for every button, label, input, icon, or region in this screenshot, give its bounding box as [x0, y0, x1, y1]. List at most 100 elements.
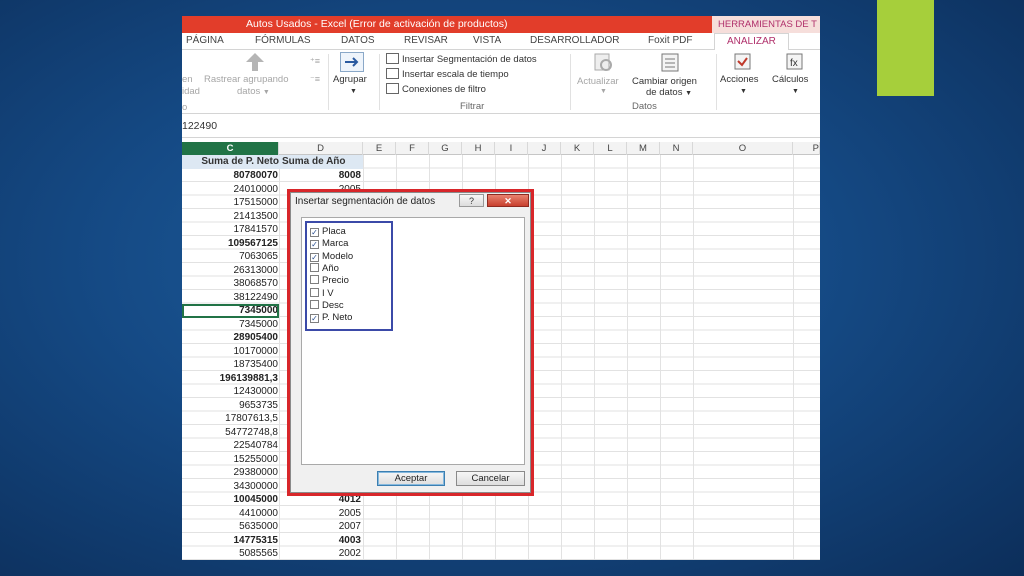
checkbox-unchecked-icon[interactable]: [310, 287, 319, 297]
header-suma-ano[interactable]: Suma de Año: [282, 156, 346, 167]
cell-ano[interactable]: 4012: [339, 494, 361, 505]
column-header-l[interactable]: L: [594, 142, 627, 155]
cell-p-neto[interactable]: 9653735: [239, 400, 278, 411]
cell-p-neto[interactable]: 38122490: [234, 292, 279, 303]
agrupar-dropdown-icon[interactable]: ▼: [350, 88, 357, 95]
column-header-g[interactable]: G: [429, 142, 462, 155]
tab-pagina[interactable]: PÁGINA: [186, 35, 224, 46]
header-suma-p-neto[interactable]: Suma de P. Neto: [182, 156, 279, 167]
agrupar-button[interactable]: Agrupar: [333, 74, 367, 85]
filter-connections-button[interactable]: Conexiones de filtro: [386, 83, 486, 95]
table-row[interactable]: 80780070 8008: [182, 169, 363, 183]
column-header-o[interactable]: O: [693, 142, 793, 155]
checkbox-checked-icon[interactable]: ✓: [310, 314, 319, 324]
column-header-e[interactable]: E: [363, 142, 396, 155]
acciones-button[interactable]: Acciones: [720, 74, 759, 85]
cell-ano[interactable]: 2007: [339, 521, 361, 532]
column-header-h[interactable]: H: [462, 142, 495, 155]
cell-p-neto[interactable]: 14775315: [234, 535, 279, 546]
tab-desarrollador[interactable]: DESARROLLADOR: [530, 35, 619, 46]
tab-datos[interactable]: DATOS: [341, 35, 375, 46]
tab-analizar[interactable]: ANALIZAR: [714, 33, 789, 51]
field-option[interactable]: Precio: [310, 275, 349, 287]
cell-p-neto[interactable]: 17515000: [234, 197, 279, 208]
insert-slicer-button[interactable]: Insertar Segmentación de datos: [386, 53, 537, 65]
cell-p-neto[interactable]: 7345000: [239, 319, 278, 330]
cell-p-neto[interactable]: 34300000: [234, 481, 279, 492]
field-option[interactable]: ✓ Marca: [310, 238, 348, 250]
table-row[interactable]: 4410000 2005: [182, 507, 363, 521]
cell-p-neto[interactable]: 12430000: [234, 386, 279, 397]
cell-p-neto[interactable]: 38068570: [234, 278, 279, 289]
cell-p-neto[interactable]: 54772748,8: [225, 427, 278, 438]
checkbox-checked-icon[interactable]: ✓: [310, 228, 319, 237]
cell-p-neto[interactable]: 7063065: [239, 251, 278, 262]
cell-ano[interactable]: 8008: [339, 170, 361, 181]
checkbox-unchecked-icon[interactable]: [310, 275, 319, 285]
collapse-field-icon[interactable]: ⁻≡: [310, 74, 320, 85]
cell-p-neto[interactable]: 80780070: [234, 170, 279, 181]
actualizar-button[interactable]: Actualizar: [577, 76, 619, 87]
checkbox-unchecked-icon[interactable]: [310, 262, 319, 272]
cell-p-neto[interactable]: 196139881,3: [220, 373, 278, 384]
cell-p-neto[interactable]: 17841570: [234, 224, 279, 235]
formula-bar[interactable]: 122490: [182, 114, 820, 138]
column-header-p[interactable]: P: [793, 142, 820, 155]
table-row[interactable]: 14775315 4003: [182, 534, 363, 548]
cell-p-neto[interactable]: 10170000: [234, 346, 279, 357]
insert-timeline-button[interactable]: Insertar escala de tiempo: [386, 68, 509, 80]
cell-p-neto[interactable]: 4410000: [239, 508, 278, 519]
cell-ano[interactable]: 2005: [339, 508, 361, 519]
cell-p-neto[interactable]: 22540784: [234, 440, 279, 451]
tab-formulas[interactable]: FÓRMULAS: [255, 35, 311, 46]
field-option[interactable]: ✓ Placa: [310, 226, 346, 238]
cell-p-neto[interactable]: 28905400: [234, 332, 279, 343]
cell-p-neto[interactable]: 5635000: [239, 521, 278, 532]
cancelar-button[interactable]: Cancelar: [456, 471, 525, 486]
calculos-button[interactable]: Cálculos: [772, 74, 808, 85]
cell-p-neto[interactable]: 24010000: [234, 184, 279, 195]
field-option[interactable]: Año: [310, 262, 339, 275]
tab-foxit-pdf[interactable]: Foxit PDF: [648, 35, 692, 46]
actualizar-dropdown-icon[interactable]: ▼: [600, 88, 607, 95]
column-header-k[interactable]: K: [561, 142, 594, 155]
cell-p-neto[interactable]: 29380000: [234, 467, 279, 478]
acciones-dropdown-icon[interactable]: ▼: [740, 88, 747, 95]
selected-cell[interactable]: [182, 304, 279, 318]
column-header-i[interactable]: I: [495, 142, 528, 155]
field-option[interactable]: ✓ P. Neto: [310, 312, 352, 324]
cell-p-neto[interactable]: 109567125: [228, 238, 278, 249]
tab-revisar[interactable]: REVISAR: [404, 35, 448, 46]
rastrear-button[interactable]: Rastrear agrupando: [204, 74, 289, 85]
cambiar-origen-button[interactable]: Cambiar origen: [632, 76, 697, 87]
table-row[interactable]: 5085565 2002: [182, 547, 363, 560]
cell-p-neto[interactable]: 21413500: [234, 211, 279, 222]
field-option[interactable]: ✓ Modelo: [310, 251, 353, 263]
help-button[interactable]: ?: [459, 194, 484, 207]
cell-p-neto[interactable]: 5085565: [239, 548, 278, 559]
calculos-dropdown-icon[interactable]: ▼: [792, 88, 799, 95]
field-option[interactable]: I V: [310, 287, 334, 300]
cell-ano[interactable]: 2002: [339, 548, 361, 559]
cell-p-neto[interactable]: 26313000: [234, 265, 279, 276]
aceptar-button[interactable]: Aceptar: [377, 471, 445, 486]
table-row[interactable]: 5635000 2007: [182, 520, 363, 534]
column-header-c[interactable]: C: [182, 142, 279, 155]
cell-p-neto[interactable]: 15255000: [234, 454, 279, 465]
cell-ano[interactable]: 4003: [339, 535, 361, 546]
checkbox-checked-icon[interactable]: ✓: [310, 240, 319, 250]
column-header-j[interactable]: J: [528, 142, 561, 155]
checkbox-unchecked-icon[interactable]: [310, 299, 319, 309]
column-header-m[interactable]: M: [627, 142, 660, 155]
column-header-f[interactable]: F: [396, 142, 429, 155]
tab-vista[interactable]: VISTA: [473, 35, 501, 46]
expand-field-icon[interactable]: ⁺≡: [310, 56, 320, 67]
cell-p-neto[interactable]: 18735400: [234, 359, 279, 370]
column-header-d[interactable]: D: [279, 142, 363, 155]
close-button[interactable]: ✕: [487, 194, 529, 207]
cell-p-neto[interactable]: 17807613,5: [225, 413, 278, 424]
context-tab-header[interactable]: HERRAMIENTAS DE T: [712, 16, 820, 33]
field-option[interactable]: Desc: [310, 299, 344, 312]
column-header-n[interactable]: N: [660, 142, 693, 155]
cell-p-neto[interactable]: 10045000: [234, 494, 279, 505]
